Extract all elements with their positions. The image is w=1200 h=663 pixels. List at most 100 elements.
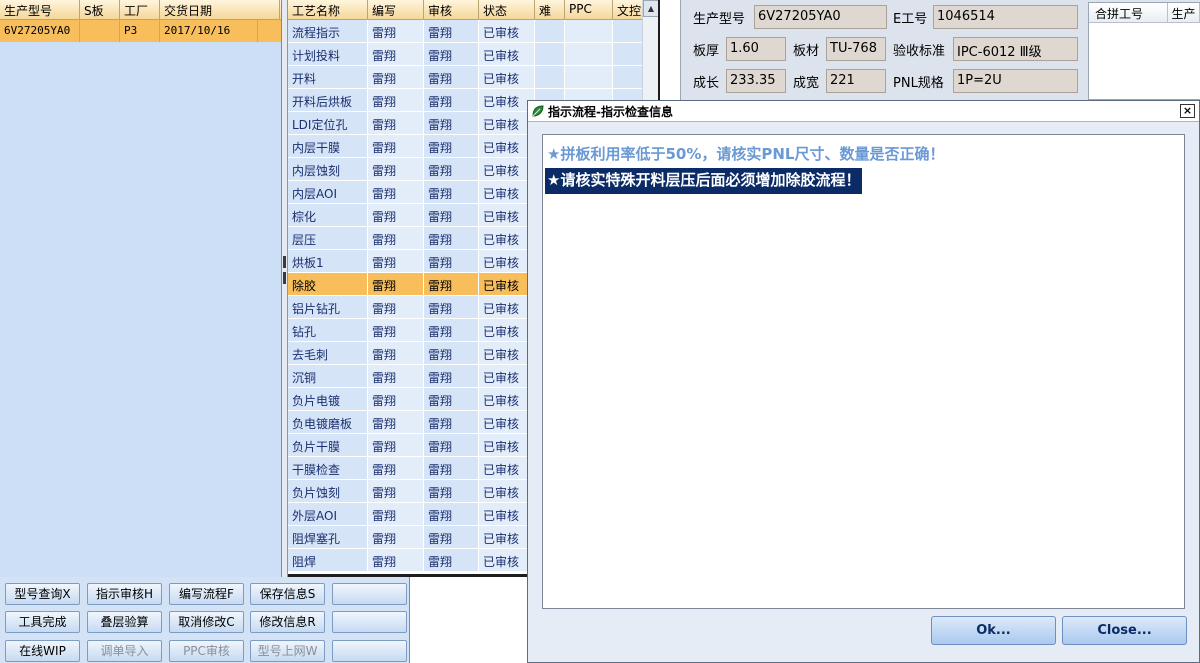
width-field[interactable]: 221: [826, 69, 886, 93]
process-reviewer-cell: 雷翔: [424, 319, 479, 341]
order-s-board-cell: [80, 20, 120, 42]
order-factory-cell: P3: [120, 20, 160, 42]
length-label: 成长: [693, 76, 720, 91]
process-row[interactable]: 计划投料 雷翔 雷翔 已审核: [288, 43, 658, 66]
process-reviewer-cell: 雷翔: [424, 411, 479, 433]
process-writer-cell: 雷翔: [368, 434, 424, 456]
process-name-cell: 铝片钻孔: [288, 296, 368, 318]
process-name-cell: 负电镀磨板: [288, 411, 368, 433]
e-no-field[interactable]: 1046514: [933, 5, 1078, 29]
toolbar-button-7[interactable]: 叠层验算: [87, 611, 162, 633]
ok-button[interactable]: Ok...: [931, 616, 1056, 645]
process-reviewer-cell: 雷翔: [424, 457, 479, 479]
process-reviewer-cell: 雷翔: [424, 388, 479, 410]
thickness-field[interactable]: 1.60: [726, 37, 786, 61]
toolbar-button-12[interactable]: 调单导入: [87, 640, 162, 662]
standard-field[interactable]: IPC-6012 Ⅲ级: [953, 37, 1078, 61]
toolbar-button-9[interactable]: 修改信息R: [250, 611, 325, 633]
process-reviewer-cell: 雷翔: [424, 135, 479, 157]
col-status-header[interactable]: 状态: [479, 0, 535, 19]
process-name-cell: 开料后烘板: [288, 89, 368, 111]
process-writer-cell: 雷翔: [368, 503, 424, 525]
model-field[interactable]: 6V27205YA0: [754, 5, 887, 29]
toolbar-button-13[interactable]: PPC审核: [169, 640, 244, 662]
col-reviewer-header[interactable]: 审核: [424, 0, 479, 19]
toolbar-button-5[interactable]: [332, 583, 407, 605]
process-writer-cell: 雷翔: [368, 296, 424, 318]
length-field[interactable]: 233.35: [726, 69, 786, 93]
process-name-cell: 开料: [288, 66, 368, 88]
splitter-grip-icon: [283, 272, 286, 284]
col-ppc-header[interactable]: PPC: [565, 0, 613, 19]
pnl-label: PNL规格: [893, 76, 944, 91]
process-row[interactable]: 流程指示 雷翔 雷翔 已审核: [288, 20, 658, 43]
process-grid-header: 工艺名称 编写 审核 状态 难 PPC 文控: [288, 0, 658, 20]
scroll-up-arrow-icon[interactable]: ▲: [643, 0, 658, 17]
process-reviewer-cell: 雷翔: [424, 503, 479, 525]
process-ppc-cell: [565, 20, 613, 42]
process-name-cell: 负片干膜: [288, 434, 368, 456]
col-delivery-date-header[interactable]: 交货日期: [160, 0, 280, 19]
process-writer-cell: 雷翔: [368, 66, 424, 88]
process-writer-cell: 雷翔: [368, 549, 424, 571]
col-writer-header[interactable]: 编写: [368, 0, 424, 19]
toolbar-button-6[interactable]: 工具完成: [5, 611, 80, 633]
process-row[interactable]: 开料 雷翔 雷翔 已审核: [288, 66, 658, 89]
order-row-selected[interactable]: 6V27205YA0 P3 2017/10/16: [0, 20, 281, 42]
toolbar-button-2[interactable]: 指示审核H: [87, 583, 162, 605]
dialog-message-box[interactable]: ★拼板利用率低于50%，请核实PNL尺寸、数量是否正确！ ★请核实特殊开料层压后…: [542, 134, 1185, 609]
material-label: 板材: [793, 44, 820, 59]
toolbar-button-area: 型号查询X 指示审核H 编写流程F 保存信息S 工具完成 叠层验算 取消修改C 修改信息R 在线…: [0, 577, 410, 663]
dialog-title-bar[interactable]: 指示流程-指示检查信息: [528, 101, 1199, 122]
col-process-name-header[interactable]: 工艺名称: [288, 0, 368, 19]
toolbar-button-11[interactable]: 在线WIP: [5, 640, 80, 662]
order-list-panel: 生产型号 S板 工厂 交货日期 6V27205YA0 P3 2017/10/16: [0, 0, 282, 577]
pnl-field[interactable]: 1P=2U: [953, 69, 1078, 93]
toolbar-button-15[interactable]: [332, 640, 407, 662]
process-name-cell: 除胶: [288, 273, 368, 295]
process-difficulty-cell: [535, 43, 565, 65]
merge-list-header: 合拼工号 生产: [1089, 3, 1200, 23]
process-name-cell: 内层AOI: [288, 181, 368, 203]
col-model-header[interactable]: 生产型号: [0, 0, 80, 19]
toolbar-button-8[interactable]: 取消修改C: [169, 611, 244, 633]
process-writer-cell: 雷翔: [368, 411, 424, 433]
thickness-label: 板厚: [693, 44, 720, 59]
process-name-cell: 流程指示: [288, 20, 368, 42]
toolbar-button-3[interactable]: 编写流程F: [169, 583, 244, 605]
toolbar-button-10[interactable]: [332, 611, 407, 633]
col-merge-prod-header[interactable]: 生产: [1168, 3, 1200, 22]
material-field[interactable]: TU-768: [826, 37, 886, 61]
process-name-cell: 内层蚀刻: [288, 158, 368, 180]
process-reviewer-cell: 雷翔: [424, 480, 479, 502]
order-list-header: 生产型号 S板 工厂 交货日期: [0, 0, 281, 20]
col-factory-header[interactable]: 工厂: [120, 0, 160, 19]
process-writer-cell: 雷翔: [368, 457, 424, 479]
close-button[interactable]: Close...: [1062, 616, 1187, 645]
process-name-cell: 阻焊: [288, 549, 368, 571]
process-name-cell: 内层干膜: [288, 135, 368, 157]
process-reviewer-cell: 雷翔: [424, 112, 479, 134]
process-reviewer-cell: 雷翔: [424, 204, 479, 226]
toolbar-button-1[interactable]: 型号查询X: [5, 583, 80, 605]
process-ppc-cell: [565, 43, 613, 65]
col-doc-control-header[interactable]: 文控: [613, 0, 644, 19]
dialog-close-icon[interactable]: ×: [1180, 104, 1195, 118]
process-name-cell: 干膜检查: [288, 457, 368, 479]
process-reviewer-cell: 雷翔: [424, 250, 479, 272]
col-merge-no-header[interactable]: 合拼工号: [1089, 3, 1168, 22]
process-writer-cell: 雷翔: [368, 365, 424, 387]
col-difficulty-header[interactable]: 难: [535, 0, 565, 19]
toolbar-button-14[interactable]: 型号上网W: [250, 640, 325, 662]
toolbar-button-4[interactable]: 保存信息S: [250, 583, 325, 605]
process-writer-cell: 雷翔: [368, 250, 424, 272]
col-s-board-header[interactable]: S板: [80, 0, 120, 19]
process-status-cell: 已审核: [479, 66, 535, 88]
process-name-cell: 负片蚀刻: [288, 480, 368, 502]
order-date-cell: 2017/10/16: [160, 20, 258, 42]
process-writer-cell: 雷翔: [368, 43, 424, 65]
process-reviewer-cell: 雷翔: [424, 526, 479, 548]
merge-job-list[interactable]: 合拼工号 生产: [1088, 2, 1200, 100]
process-name-cell: 棕化: [288, 204, 368, 226]
check-info-dialog: 指示流程-指示检查信息 × ★拼板利用率低于50%，请核实PNL尺寸、数量是否正…: [527, 100, 1200, 663]
